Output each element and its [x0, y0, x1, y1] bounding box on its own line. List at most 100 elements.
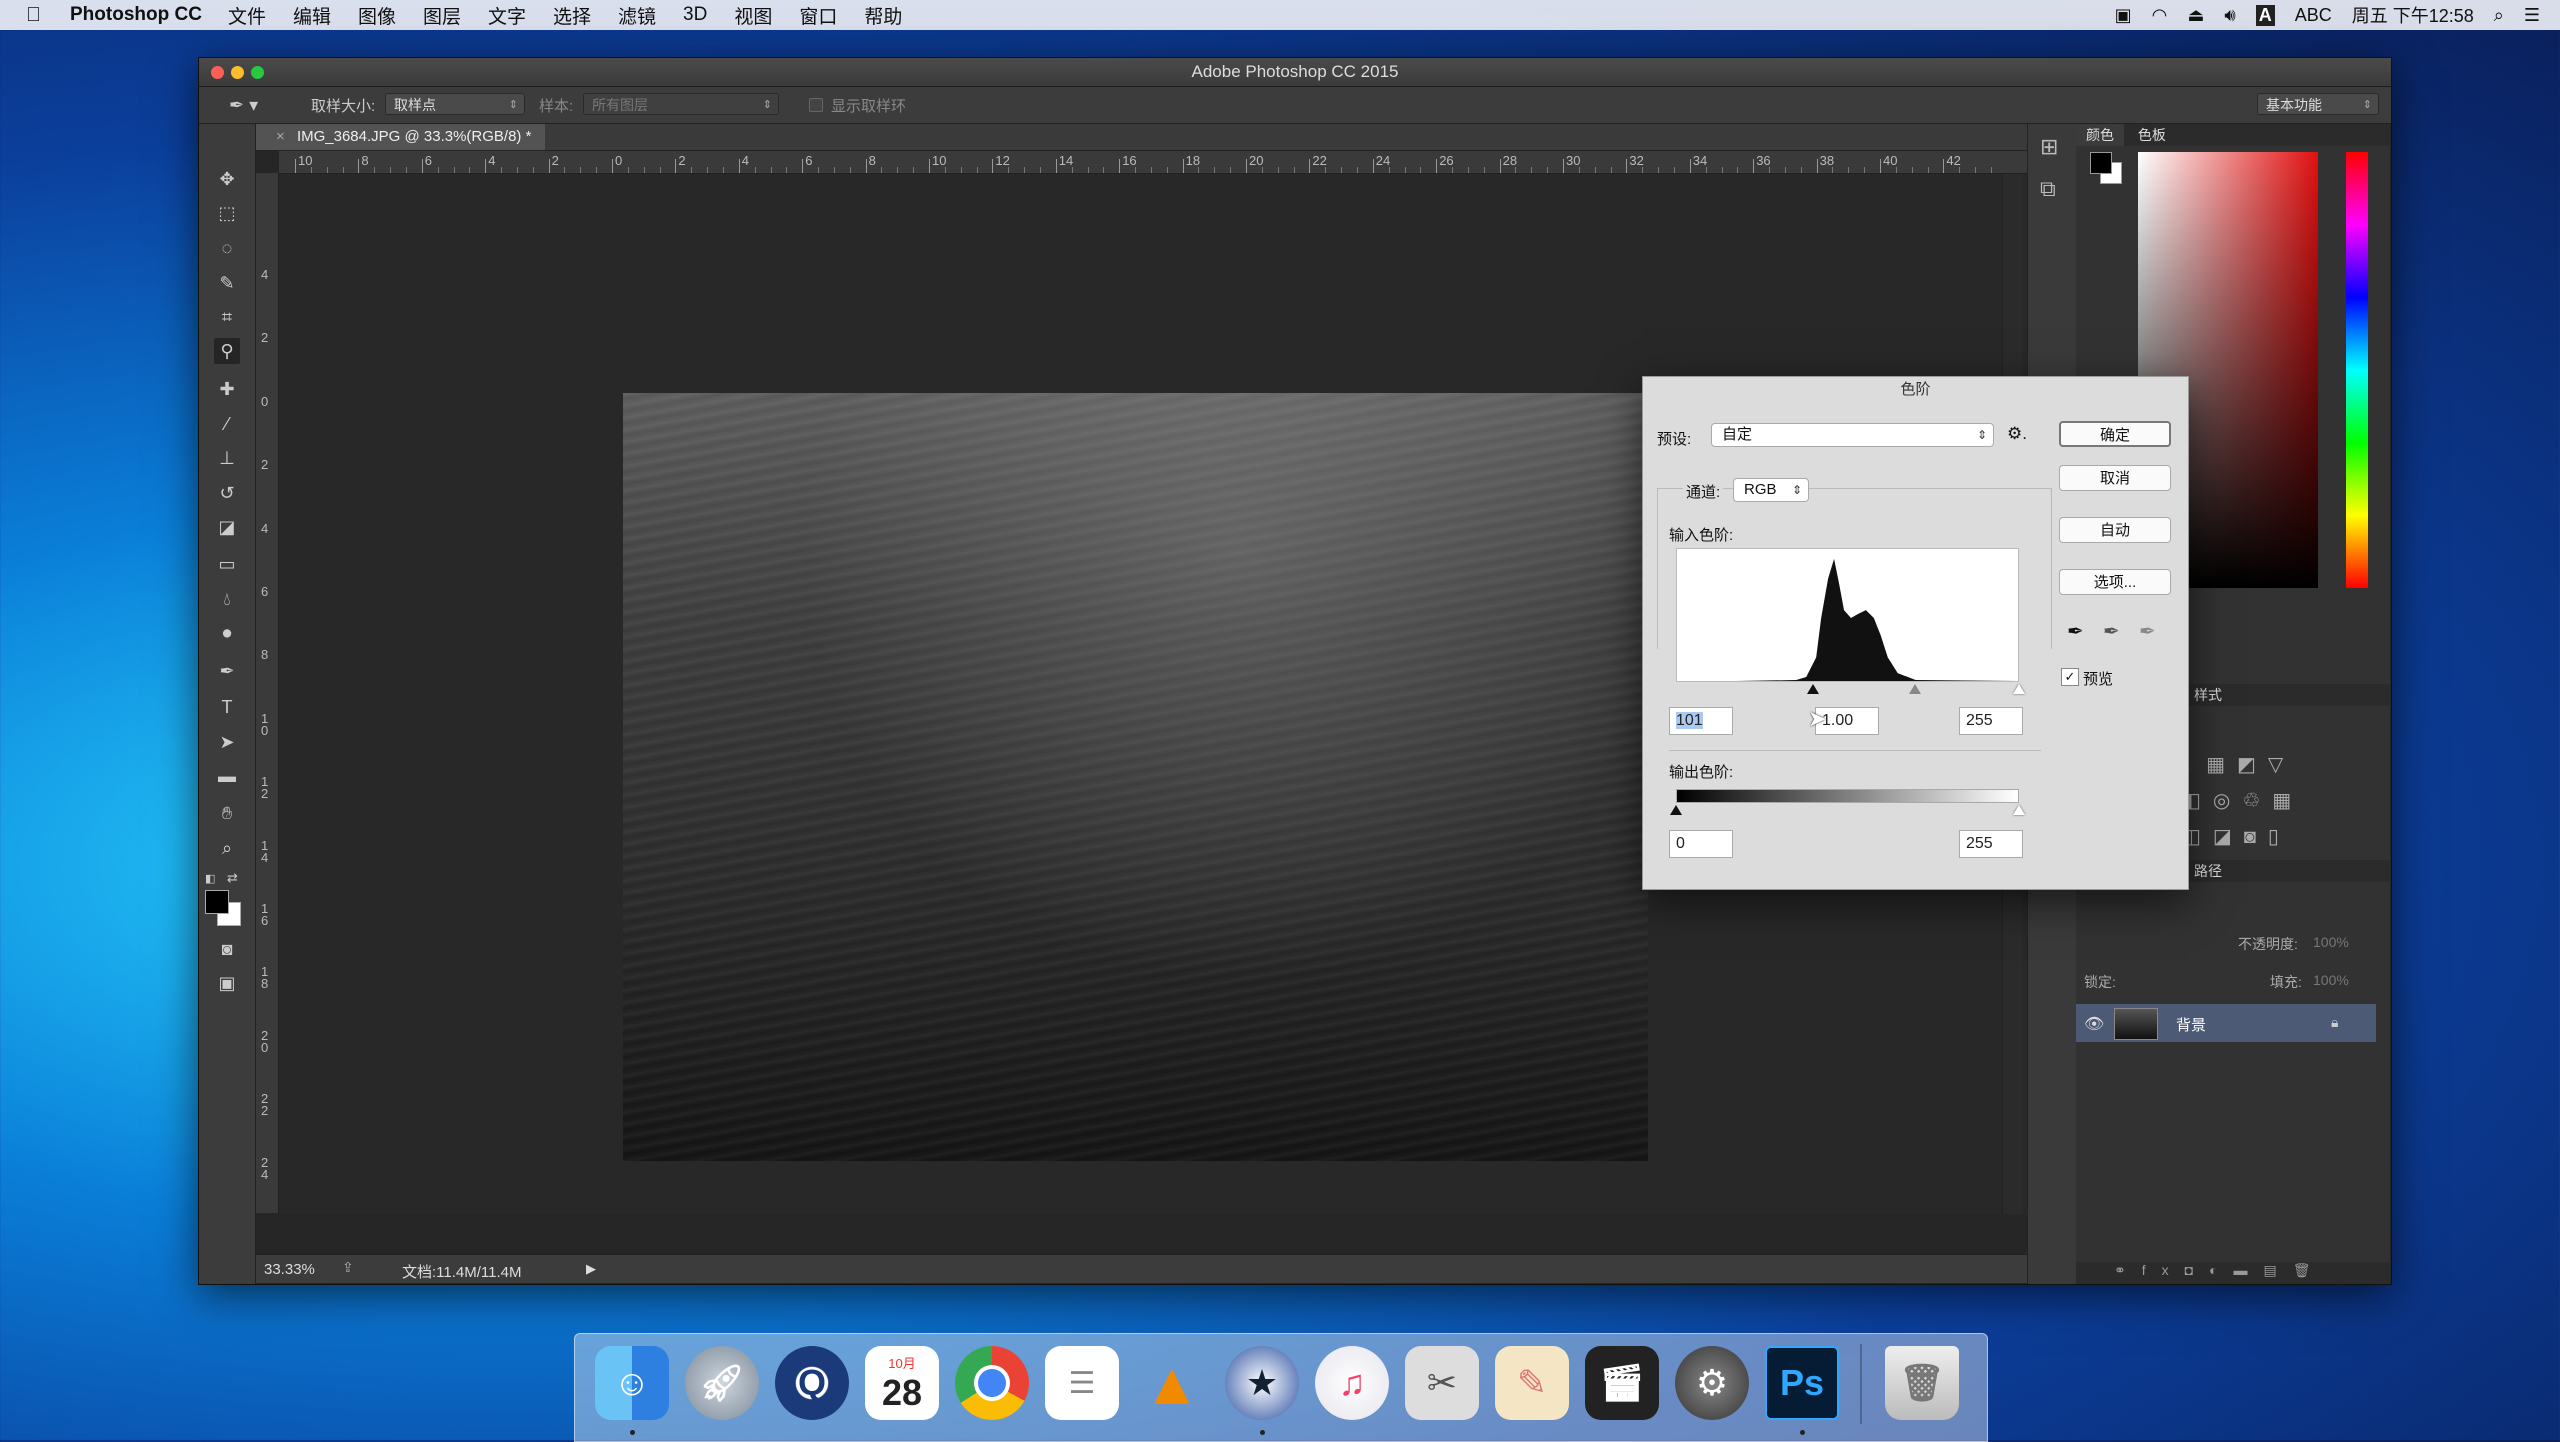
- document-image[interactable]: [623, 393, 1648, 1161]
- menu-type[interactable]: 文字: [488, 2, 526, 29]
- reminders-icon[interactable]: ☰: [1045, 1346, 1119, 1420]
- menu-help[interactable]: 帮助: [864, 2, 902, 29]
- type-icon[interactable]: T: [214, 694, 240, 720]
- workspace-dropdown[interactable]: 基本功能: [2257, 93, 2379, 116]
- preset-dropdown[interactable]: 自定: [1711, 423, 1994, 447]
- preview-checkbox[interactable]: ✓: [2061, 668, 2079, 686]
- quick-selection-icon[interactable]: ✎: [214, 270, 240, 296]
- opacity-value[interactable]: 100%: [2313, 934, 2349, 950]
- input-white-field[interactable]: 255: [1959, 707, 2023, 735]
- layer-name[interactable]: 背景: [2176, 1014, 2206, 1035]
- sample-size-dropdown[interactable]: 取样点: [385, 93, 525, 116]
- properties-panel-icon[interactable]: ⧉: [2040, 176, 2056, 202]
- quicktime-icon[interactable]: Q: [775, 1346, 849, 1420]
- adjustment-icons[interactable]: ◐▦◩▽: [2182, 752, 2295, 777]
- cancel-button[interactable]: 取消: [2059, 465, 2171, 491]
- screenshot-icon[interactable]: ✂: [1405, 1346, 1479, 1420]
- calendar-icon[interactable]: 10月 28: [865, 1346, 939, 1420]
- auto-button[interactable]: 自动: [2059, 517, 2171, 543]
- hand-icon[interactable]: ✋︎: [214, 800, 240, 826]
- fill-value[interactable]: 100%: [2313, 972, 2349, 988]
- menu-window[interactable]: 窗口: [799, 2, 837, 29]
- marquee-icon[interactable]: ⬚: [214, 200, 240, 226]
- finder-icon[interactable]: ☺: [595, 1346, 669, 1420]
- output-black-slider[interactable]: [1670, 805, 1682, 815]
- lasso-icon[interactable]: ◌: [214, 235, 240, 261]
- imovie-icon[interactable]: ★: [1225, 1346, 1299, 1420]
- layer-visibility-eye-icon[interactable]: 👁︎: [2084, 1014, 2104, 1034]
- menu-edit[interactable]: 编辑: [293, 2, 331, 29]
- minimize-window-button[interactable]: [231, 66, 244, 79]
- clone-stamp-icon[interactable]: ⊥: [214, 445, 240, 471]
- hue-slider[interactable]: [2346, 152, 2368, 588]
- show-ring-checkbox[interactable]: [809, 98, 823, 112]
- tab-styles[interactable]: 样式: [2184, 684, 2232, 706]
- document-tab[interactable]: × IMG_3684.JPG @ 33.3%(RGB/8) *: [256, 124, 546, 150]
- volume-icon[interactable]: 🔊︎: [2224, 5, 2235, 26]
- crop-icon[interactable]: ⌗: [214, 304, 240, 330]
- history-panel-icon[interactable]: ⊞: [2040, 134, 2058, 160]
- photoshop-dock-icon[interactable]: Ps: [1765, 1346, 1839, 1420]
- vlc-icon[interactable]: ▲: [1135, 1346, 1209, 1420]
- rectangle-icon[interactable]: ▬: [214, 763, 240, 789]
- itunes-icon[interactable]: ♫: [1315, 1346, 1389, 1420]
- move-icon[interactable]: ✥: [214, 166, 240, 192]
- eraser-icon[interactable]: ◪: [214, 514, 240, 540]
- menu-file[interactable]: 文件: [228, 2, 266, 29]
- adjustment-icons-row3[interactable]: ◫◪◙▯: [2182, 824, 2291, 849]
- foreground-color-swatch[interactable]: [205, 890, 229, 914]
- output-black-field[interactable]: 0: [1669, 830, 1733, 858]
- quick-mask-icon[interactable]: ◙: [214, 936, 240, 962]
- trash-icon[interactable]: 🗑︎: [1885, 1346, 1959, 1420]
- input-method-label[interactable]: ABC: [2295, 5, 2332, 26]
- spotlight-icon[interactable]: ⌕: [2494, 5, 2504, 26]
- menu-image[interactable]: 图像: [358, 2, 396, 29]
- menu-view[interactable]: 视图: [734, 2, 772, 29]
- zoom-level[interactable]: 33.33%: [264, 1261, 315, 1278]
- screen-record-icon[interactable]: ▣: [2115, 5, 2132, 26]
- system-preferences-icon[interactable]: ⚙: [1675, 1346, 1749, 1420]
- output-white-slider[interactable]: [2013, 805, 2025, 815]
- swap-colors-icon[interactable]: ⇄: [227, 870, 238, 886]
- adjustment-icons-row2[interactable]: ◧◎♲▦: [2182, 788, 2303, 813]
- final-cut-icon[interactable]: 🎬︎: [1585, 1346, 1659, 1420]
- status-menu-arrow-icon[interactable]: ▶: [586, 1261, 596, 1277]
- history-brush-icon[interactable]: ↺: [214, 480, 240, 506]
- tab-paths[interactable]: 路径: [2184, 860, 2232, 882]
- notification-center-icon[interactable]: ☰: [2524, 5, 2540, 26]
- path-selection-icon[interactable]: ➤: [214, 729, 240, 755]
- pages-icon[interactable]: ✎: [1495, 1346, 1569, 1420]
- layers-footer-icons[interactable]: ⚭fx◘◐▬▤🗑︎: [2076, 1262, 2390, 1284]
- channel-dropdown[interactable]: RGB: [1733, 478, 1809, 502]
- sample-dropdown[interactable]: 所有图层: [583, 93, 779, 116]
- close-window-button[interactable]: [211, 66, 224, 79]
- pen-icon[interactable]: ✒: [214, 658, 240, 684]
- zoom-window-button[interactable]: [251, 66, 264, 79]
- eject-icon[interactable]: ⏏: [2187, 5, 2204, 26]
- preset-options-gear-icon[interactable]: ⚙.: [2007, 424, 2027, 444]
- clock[interactable]: 周五 下午12:58: [2352, 2, 2474, 28]
- output-white-field[interactable]: 255: [1959, 830, 2023, 858]
- input-gamma-slider[interactable]: [1909, 684, 1921, 694]
- panel-foreground-swatch[interactable]: [2090, 152, 2112, 174]
- tab-color[interactable]: 颜色: [2076, 124, 2124, 146]
- window-titlebar[interactable]: Adobe Photoshop CC 2015: [199, 58, 2391, 87]
- gray-point-eyedropper-icon[interactable]: ✒: [2103, 619, 2120, 644]
- close-tab-icon[interactable]: ×: [276, 128, 285, 145]
- menu-filter[interactable]: 滤镜: [618, 2, 656, 29]
- wifi-icon[interactable]: ◠: [2152, 5, 2168, 26]
- menu-layer[interactable]: 图层: [423, 2, 461, 29]
- input-black-slider[interactable]: [1807, 684, 1819, 694]
- healing-brush-icon[interactable]: ✚: [214, 376, 240, 402]
- app-menu[interactable]: Photoshop CC: [70, 4, 202, 26]
- blur-icon[interactable]: 💧︎: [214, 586, 240, 612]
- dodge-icon[interactable]: ⚫︎: [214, 621, 240, 647]
- screen-mode-icon[interactable]: ▣: [214, 970, 240, 996]
- layer-row-background[interactable]: 👁︎ 背景 🔒︎: [2076, 1004, 2376, 1042]
- input-method-icon[interactable]: A: [2255, 4, 2275, 26]
- share-icon[interactable]: ⇪: [342, 1259, 354, 1276]
- brush-icon[interactable]: ⁄: [214, 411, 240, 437]
- zoom-icon[interactable]: ⌕: [214, 835, 240, 861]
- ok-button[interactable]: 确定: [2059, 421, 2171, 447]
- menu-select[interactable]: 选择: [553, 2, 591, 29]
